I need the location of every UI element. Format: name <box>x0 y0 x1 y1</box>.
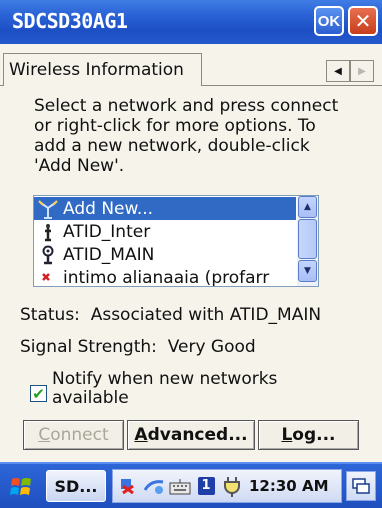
connect-label: onnect <box>50 425 109 445</box>
tab-divider <box>0 85 4 86</box>
list-item-add-new[interactable]: Add New... <box>34 197 296 220</box>
keyboard-icon[interactable] <box>169 475 191 497</box>
show-desktop-button[interactable] <box>346 471 376 501</box>
signal-value: Very Good <box>167 337 256 357</box>
up-arrow-icon: ▲ <box>304 202 311 212</box>
taskbar: SD... 1 12:30 AM <box>0 462 382 508</box>
tab-wireless-information[interactable]: Wireless Information <box>3 53 202 86</box>
power-icon[interactable] <box>221 475 243 497</box>
log-button[interactable]: Log... <box>258 420 359 450</box>
status-line: Status: Associated with ATID_MAIN <box>20 305 321 325</box>
notify-label[interactable]: Notify when new networks available <box>52 370 332 408</box>
close-button[interactable]: ✕ <box>348 6 378 36</box>
windows-flag-icon <box>10 478 31 495</box>
title-bar: SDCSD30AG1 OK ✕ <box>0 0 382 44</box>
log-mnemonic: L <box>281 425 293 445</box>
status-value: Associated with ATID_MAIN <box>90 305 322 325</box>
connect-button[interactable]: Connect <box>23 420 124 450</box>
badge-count: 1 <box>197 477 215 495</box>
window-title: SDCSD30AG1 <box>12 9 128 33</box>
scroll-up-button[interactable]: ▲ <box>298 196 317 218</box>
left-arrow-icon: ◀ <box>334 65 342 77</box>
tab-divider <box>201 85 382 86</box>
list-item-atid-inter[interactable]: ATID_Inter <box>34 220 296 243</box>
tab-scroll-left-button[interactable]: ◀ <box>326 60 350 82</box>
connected-antenna-icon <box>37 244 59 266</box>
taskbar-task-sd[interactable]: SD... <box>46 470 106 502</box>
status-label: Status: <box>20 305 80 325</box>
advanced-button[interactable]: Advanced... <box>127 420 255 450</box>
list-item-label: ATID_MAIN <box>63 244 155 265</box>
antenna-icon <box>37 198 59 220</box>
clock[interactable]: 12:30 AM <box>249 477 329 495</box>
start-button[interactable] <box>5 473 39 501</box>
signal-line: Signal Strength: Very Good <box>20 337 256 357</box>
network-list[interactable]: Add New... ATID_Inter ATID_MAIN intimo a… <box>33 195 319 287</box>
close-icon: ✕ <box>354 9 372 33</box>
red-antenna-icon <box>37 267 59 287</box>
list-item-atid-main[interactable]: ATID_MAIN <box>34 243 296 266</box>
log-label: og... <box>292 425 336 445</box>
advanced-mnemonic: A <box>134 425 148 445</box>
adhoc-antenna-icon <box>37 221 59 243</box>
down-arrow-icon: ▼ <box>304 266 311 276</box>
ok-button[interactable]: OK <box>314 6 344 36</box>
notify-checkbox[interactable]: ✔ <box>30 384 47 403</box>
list-item-label: intimo alianaaia (profarr <box>63 267 270 287</box>
check-icon: ✔ <box>32 384 45 403</box>
list-item-label: ATID_Inter <box>63 221 151 242</box>
tab-scroll-buttons: ◀ ▶ <box>326 60 374 82</box>
screen: SDCSD30AG1 OK ✕ Wireless Information ◀ ▶… <box>0 0 382 508</box>
list-item-intimo[interactable]: intimo alianaaia (profarr <box>34 266 296 287</box>
scroll-down-button[interactable]: ▼ <box>298 260 317 282</box>
connect-mnemonic: C <box>38 425 51 445</box>
wireless-icon[interactable] <box>143 475 165 497</box>
instructions-text: Select a network and press connect or ri… <box>34 96 339 176</box>
badge-icon[interactable]: 1 <box>195 475 217 497</box>
network-status-icon[interactable] <box>117 475 139 497</box>
scroll-thumb[interactable] <box>298 219 317 259</box>
system-tray: 1 12:30 AM <box>112 469 342 503</box>
right-arrow-icon: ▶ <box>358 65 366 77</box>
signal-label: Signal Strength: <box>20 337 157 357</box>
advanced-label: dvanced... <box>147 425 248 445</box>
list-item-label: Add New... <box>63 198 154 219</box>
windows-stack-icon <box>352 478 370 494</box>
tab-scroll-right-button[interactable]: ▶ <box>350 60 374 82</box>
list-scrollbar[interactable]: ▲ ▼ <box>297 196 318 286</box>
